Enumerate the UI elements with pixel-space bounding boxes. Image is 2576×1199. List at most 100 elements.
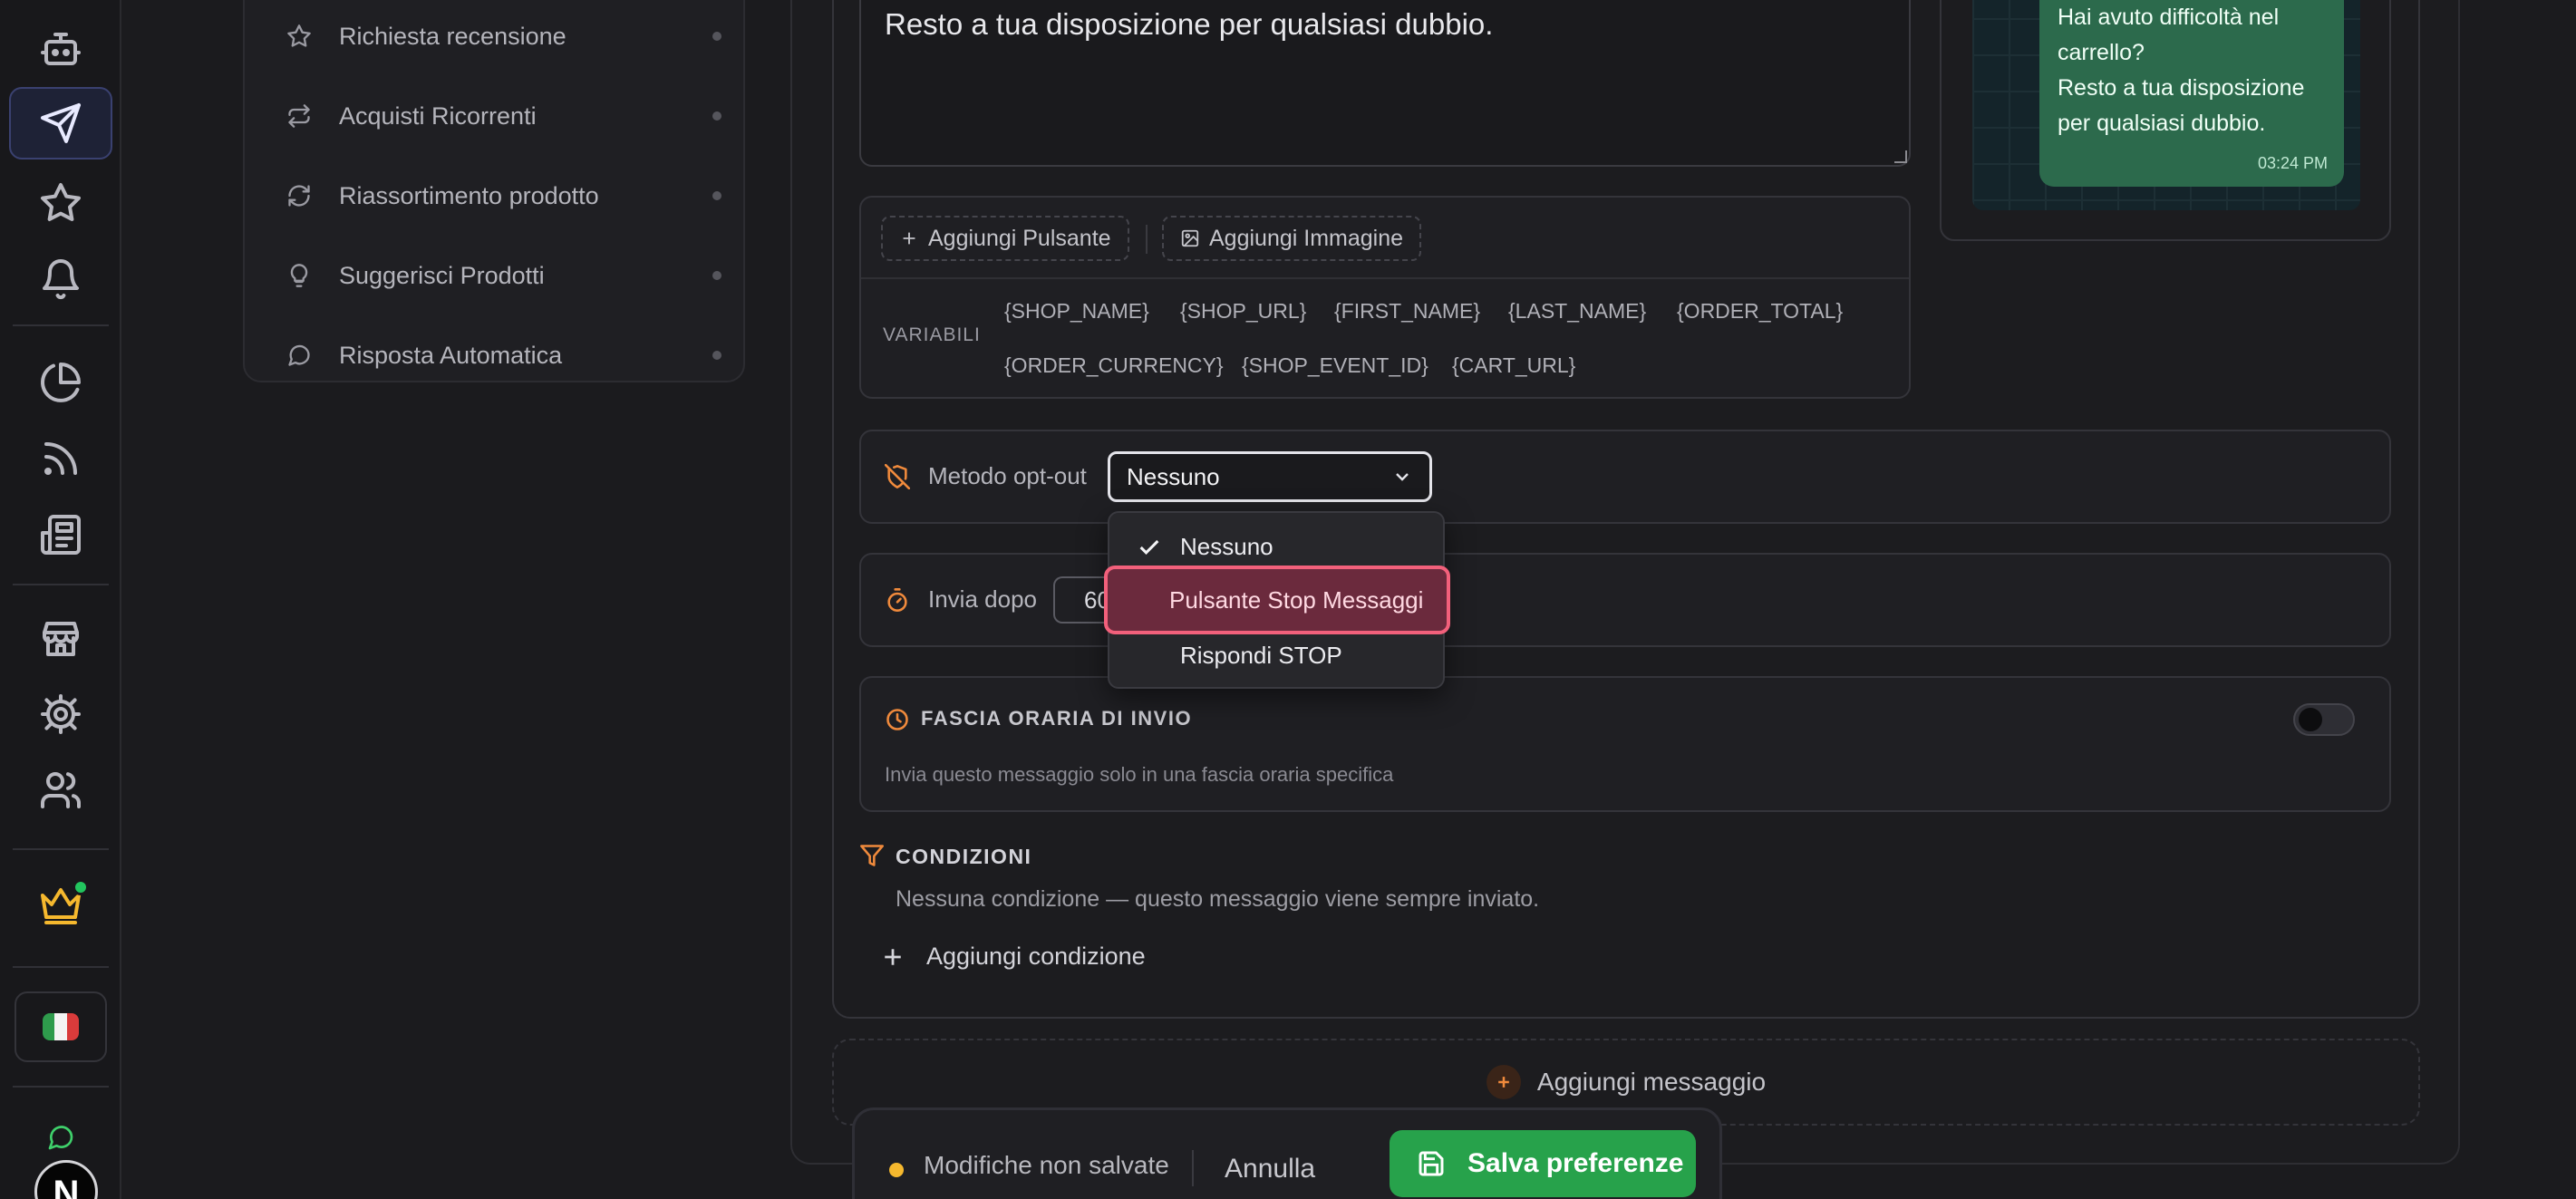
message-icon (288, 344, 310, 366)
shield-off-icon (884, 463, 911, 490)
rail-divider (13, 848, 109, 850)
variable-chip[interactable]: {CART_URL} (1452, 353, 1575, 378)
preview-time: 03:24 PM (2257, 154, 2328, 172)
add-button-button[interactable]: Aggiungi Pulsante (881, 216, 1129, 261)
submenu-item-label: Richiesta recensione (339, 22, 567, 50)
cancel-button[interactable]: Annulla (1225, 1146, 1315, 1192)
submenu-item-restock[interactable]: Riassortimento prodotto (286, 169, 721, 223)
tool-divider (1146, 225, 1148, 254)
add-image-label: Aggiungi Immagine (1209, 225, 1404, 251)
avatar[interactable]: N (34, 1160, 98, 1199)
rss-icon[interactable] (9, 422, 112, 495)
optout-select[interactable]: Nessuno (1108, 451, 1432, 502)
settings-icon[interactable] (9, 678, 112, 750)
toggle-knob (2299, 708, 2322, 731)
optout-dropdown: Nessuno Pulsante Stop Messaggi Rispondi … (1104, 511, 1450, 689)
option-label: Nessuno (1180, 532, 1273, 560)
star-icon[interactable] (9, 167, 112, 239)
chat-icon[interactable] (9, 1117, 112, 1158)
submenu-item-recurring[interactable]: Acquisti Ricorrenti (286, 89, 721, 143)
conditions-title: CONDIZIONI (896, 845, 1032, 868)
left-rail: N (0, 0, 121, 1199)
bot-icon[interactable] (9, 13, 112, 85)
newspaper-icon[interactable] (9, 498, 112, 571)
save-icon (1419, 1151, 1444, 1176)
send-icon[interactable] (9, 87, 112, 160)
variable-chip[interactable]: {ORDER_CURRENCY} (1004, 353, 1224, 378)
plus-icon (885, 948, 901, 965)
conditions-empty-text: Nessuna condizione — questo messaggio vi… (896, 886, 1540, 912)
filter-icon (859, 843, 885, 868)
star-icon (287, 24, 311, 47)
submenu-item-label: Suggerisci Prodotti (339, 261, 545, 289)
variable-chip[interactable]: {SHOP_URL} (1180, 299, 1306, 324)
submenu-item-label: Acquisti Ricorrenti (339, 102, 537, 130)
status-dot (712, 191, 721, 200)
send-after-label: Invia dopo (928, 585, 1037, 613)
submenu-item-label: Risposta Automatica (339, 341, 563, 369)
message-textarea[interactable]: Resto a tua disposizione per qualsiasi d… (859, 0, 1911, 167)
variable-chip[interactable]: {SHOP_EVENT_ID} (1242, 353, 1428, 378)
unsaved-indicator (889, 1163, 904, 1177)
variable-chip[interactable]: {FIRST_NAME} (1334, 299, 1480, 324)
unsaved-changes-bar: Modifiche non salvate Annulla Salva pref… (852, 1107, 1722, 1199)
message-tools: Aggiungi Pulsante Aggiungi Immagine VARI… (859, 196, 1911, 399)
option-label: Pulsante Stop Messaggi (1169, 585, 1424, 614)
submenu-item-suggest[interactable]: Suggerisci Prodotti (286, 248, 721, 303)
add-button-label: Aggiungi Pulsante (928, 225, 1111, 251)
status-dot (712, 32, 721, 41)
chevron-down-icon (1396, 473, 1409, 481)
preview-bubble: Hai avuto difficoltà nel carrello? Resto… (2039, 0, 2344, 187)
optout-option-stop-button[interactable]: Pulsante Stop Messaggi (1104, 566, 1450, 634)
submenu-item-review-request[interactable]: Richiesta recensione (286, 9, 721, 63)
rail-divider (13, 1086, 109, 1088)
optout-option-reply-stop[interactable]: Rispondi STOP (1115, 629, 1439, 682)
crown-icon[interactable] (9, 868, 112, 941)
repeat-icon (288, 104, 310, 128)
italy-flag-icon (43, 1013, 79, 1040)
add-condition-button[interactable]: Aggiungi condizione (879, 943, 1146, 971)
preview-message: Hai avuto difficoltà nel carrello? Resto… (2058, 5, 2305, 136)
unsaved-label: Modifiche non salvate (924, 1151, 1169, 1179)
add-condition-label: Aggiungi condizione (926, 943, 1146, 970)
resize-handle-icon[interactable] (1894, 150, 1907, 163)
save-label: Salva preferenze (1467, 1148, 1684, 1178)
plus-icon (903, 232, 915, 245)
check-icon (1137, 535, 1162, 560)
status-dot (712, 351, 721, 360)
variable-chip[interactable]: {ORDER_TOTAL} (1677, 299, 1843, 324)
users-icon[interactable] (9, 754, 112, 827)
variable-chip[interactable]: {LAST_NAME} (1508, 299, 1646, 324)
status-dot (712, 271, 721, 280)
time-window-toggle[interactable] (2293, 703, 2355, 736)
rail-divider (13, 966, 109, 968)
automation-submenu: Richiesta recensione Acquisti Ricorrenti… (243, 0, 745, 382)
time-window-row (859, 676, 2391, 812)
timer-icon (885, 587, 910, 613)
language-switcher[interactable] (15, 991, 107, 1062)
image-icon (1181, 229, 1199, 247)
plus-circle-icon (1486, 1065, 1521, 1099)
add-message-label: Aggiungi messaggio (1536, 1068, 1767, 1096)
clock-icon (885, 707, 910, 732)
rail-divider (13, 584, 109, 585)
bar-divider (1192, 1150, 1194, 1186)
submenu-item-auto-reply[interactable]: Risposta Automatica (286, 328, 721, 382)
bell-icon[interactable] (9, 243, 112, 315)
notification-dot (73, 879, 89, 895)
variable-chip[interactable]: {SHOP_NAME} (1004, 299, 1149, 324)
message-text: Resto a tua disposizione per qualsiasi d… (885, 7, 1494, 41)
variables-label: VARIABILI (883, 324, 981, 345)
store-icon[interactable] (9, 602, 112, 674)
save-button[interactable]: Salva preferenze (1390, 1130, 1696, 1197)
lightbulb-icon (290, 264, 308, 287)
time-window-title: FASCIA ORARIA DI INVIO (921, 707, 1193, 730)
tools-divider (861, 277, 1909, 279)
submenu-item-label: Riassortimento prodotto (339, 181, 599, 209)
status-dot (712, 111, 721, 121)
pie-chart-icon[interactable] (9, 346, 112, 419)
rail-divider (13, 324, 109, 326)
optout-selected-value: Nessuno (1127, 462, 1220, 490)
add-image-button[interactable]: Aggiungi Immagine (1162, 216, 1422, 261)
refresh-icon (288, 185, 310, 207)
